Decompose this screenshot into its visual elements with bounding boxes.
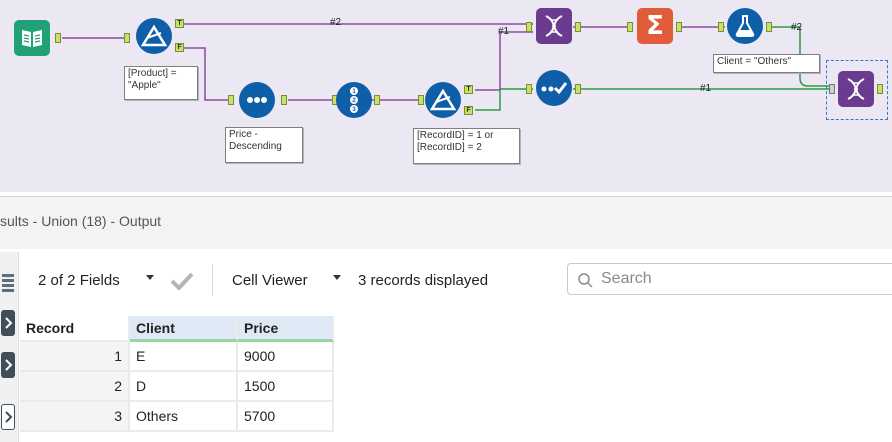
output-anchor[interactable] xyxy=(766,22,772,32)
column-header-record[interactable]: Record xyxy=(20,316,130,342)
output-anchor[interactable] xyxy=(374,95,380,105)
results-table: Record Client Price 1 E 9000 2 D 1500 3 … xyxy=(20,316,334,432)
join-tool[interactable] xyxy=(536,8,572,44)
search-input[interactable]: Search xyxy=(567,263,892,295)
output-anchor[interactable] xyxy=(281,95,287,105)
input-anchor[interactable] xyxy=(718,22,724,32)
input-anchor[interactable] xyxy=(228,95,234,105)
chevron-right-icon[interactable] xyxy=(1,310,15,336)
filter-annotation: [RecordID] = 1 or [RecordID] = 2 xyxy=(413,128,520,164)
sort-tool[interactable] xyxy=(239,82,275,118)
search-icon xyxy=(578,273,593,288)
filter-tool[interactable] xyxy=(136,18,172,54)
price-cell[interactable]: 9000 xyxy=(238,342,334,372)
results-side-bar xyxy=(0,252,19,442)
sort-annotation: Price - Descending xyxy=(225,127,303,163)
sort-icon xyxy=(247,97,267,103)
records-count: 3 records displayed xyxy=(358,272,489,289)
connection-label: #1 xyxy=(498,26,510,37)
table-row[interactable]: 1 E 9000 xyxy=(20,342,334,372)
record-cell[interactable]: 1 xyxy=(20,342,130,372)
summarize-tool[interactable]: Σ xyxy=(637,8,673,44)
output-anchor[interactable] xyxy=(676,22,682,32)
formula-icon xyxy=(735,15,755,37)
record-cell[interactable]: 2 xyxy=(20,372,130,402)
input-anchor[interactable] xyxy=(829,84,835,94)
filter-icon xyxy=(141,24,167,47)
wire-filter2-true-to-join xyxy=(475,31,533,91)
input-anchor[interactable] xyxy=(526,84,532,94)
dna-icon xyxy=(847,78,865,100)
output-anchor[interactable] xyxy=(55,33,61,43)
record-id-icon: 1 2 3 xyxy=(350,87,358,113)
false-anchor[interactable]: F xyxy=(464,106,473,115)
filter-icon xyxy=(430,88,456,111)
summarize-icon: Σ xyxy=(646,11,664,41)
dna-icon xyxy=(545,15,563,37)
check-icon xyxy=(541,82,568,95)
union-tool[interactable] xyxy=(838,71,874,107)
results-toolbar: 2 of 2 Fields Cell Viewer 3 records disp… xyxy=(20,252,892,312)
table-view-icon[interactable] xyxy=(2,274,14,292)
input-anchor[interactable] xyxy=(526,22,532,32)
chevron-down-icon[interactable] xyxy=(146,275,154,280)
client-cell[interactable]: E xyxy=(130,342,238,372)
input-data-tool[interactable] xyxy=(14,20,50,56)
column-header-client[interactable]: Client xyxy=(130,316,238,342)
chevron-right-icon[interactable] xyxy=(1,352,15,378)
input-anchor[interactable] xyxy=(627,22,633,32)
true-anchor[interactable]: T xyxy=(464,85,473,94)
chevron-right-icon[interactable] xyxy=(1,404,15,430)
results-title: sults - Union (18) - Output xyxy=(0,213,162,229)
output-anchor[interactable] xyxy=(877,84,883,94)
formula-annotation: Client = "Others" xyxy=(713,54,820,73)
false-anchor[interactable]: F xyxy=(175,43,184,52)
true-anchor[interactable]: T xyxy=(175,19,184,28)
formula-tool[interactable] xyxy=(727,8,763,44)
checkmark-icon[interactable] xyxy=(170,272,194,290)
record-cell[interactable]: 3 xyxy=(20,402,130,432)
chevron-down-icon[interactable] xyxy=(333,275,341,280)
select-tool[interactable] xyxy=(536,70,572,106)
wire-filter2-false-to-select xyxy=(475,88,533,111)
price-cell[interactable]: 5700 xyxy=(238,402,334,432)
book-icon xyxy=(22,30,42,47)
cell-viewer-dropdown[interactable]: Cell Viewer xyxy=(232,272,308,289)
input-anchor[interactable] xyxy=(418,95,424,105)
filter-tool[interactable] xyxy=(425,82,461,118)
table-header-row: Record Client Price xyxy=(20,316,334,342)
table-row[interactable]: 2 D 1500 xyxy=(20,372,334,402)
workflow-canvas[interactable]: #2 #1 #2 #1 T F [Product] = "Apple" Pric… xyxy=(0,0,892,192)
price-cell[interactable]: 1500 xyxy=(238,372,334,402)
results-header: sults - Union (18) - Output xyxy=(0,196,892,249)
search-placeholder: Search xyxy=(601,270,652,287)
filter-annotation: [Product] = "Apple" xyxy=(124,66,198,100)
client-cell[interactable]: D xyxy=(130,372,238,402)
output-anchor[interactable] xyxy=(575,22,581,32)
input-anchor[interactable] xyxy=(124,33,130,43)
column-header-price[interactable]: Price xyxy=(238,316,334,342)
record-id-tool[interactable]: 1 2 3 xyxy=(336,82,372,118)
output-anchor[interactable] xyxy=(575,84,581,94)
fields-dropdown[interactable]: 2 of 2 Fields xyxy=(38,272,120,289)
toolbar-divider xyxy=(212,264,213,296)
client-cell[interactable]: Others xyxy=(130,402,238,432)
connection-label: #2 xyxy=(330,17,342,28)
connection-label: #2 xyxy=(791,22,803,33)
table-row[interactable]: 3 Others 5700 xyxy=(20,402,334,432)
connection-label: #1 xyxy=(700,83,712,94)
